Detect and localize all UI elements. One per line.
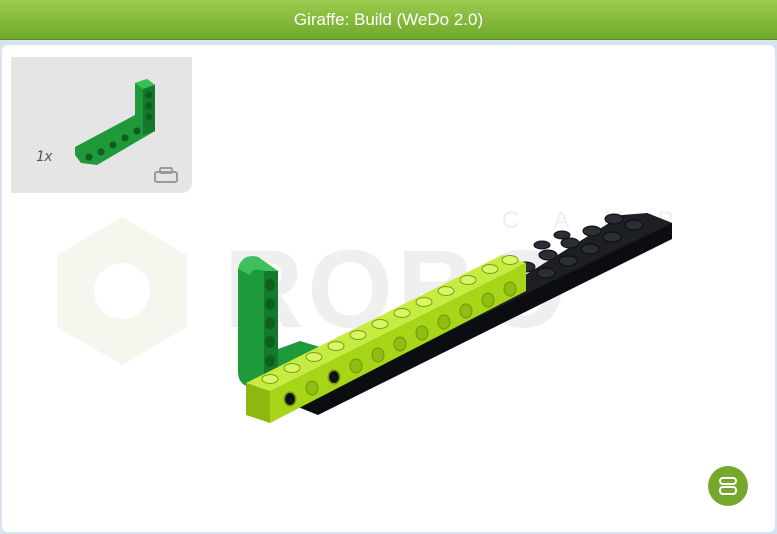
title-bar: Giraffe: Build (WeDo 2.0) (0, 0, 777, 40)
model-render (238, 213, 672, 423)
build-canvas[interactable]: CAMP ROBO 1x (2, 45, 775, 532)
window-title: Giraffe: Build (WeDo 2.0) (293, 9, 484, 29)
next-step-button[interactable] (708, 466, 748, 506)
brick-icon (719, 477, 737, 495)
